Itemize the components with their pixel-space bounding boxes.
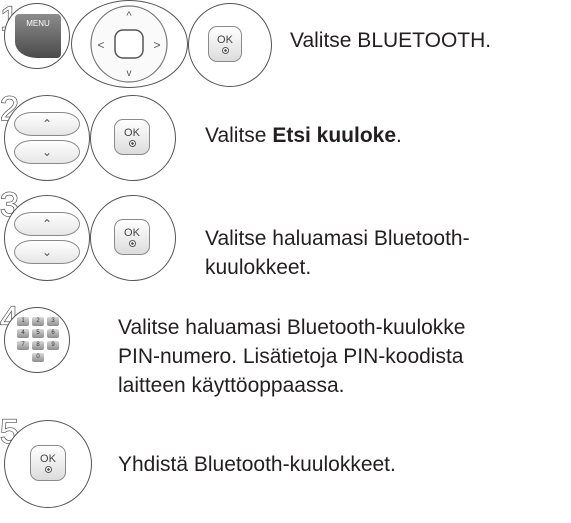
ok-button[interactable]: OK — [114, 119, 150, 155]
step-text-line-3: laitteen käyttöoppaassa. — [118, 374, 345, 397]
step-text-line-2: PIN-numero. Lisätietoja PIN-koodista — [118, 345, 464, 368]
ok-dot-icon — [44, 466, 52, 473]
key-2: 2 — [32, 317, 44, 326]
ok-label: OK — [217, 34, 233, 46]
nav-left-arrow: < — [97, 38, 104, 52]
step-2: 2 ⌃ ⌄ OK Valitse Etsi kuuloke. — [0, 91, 571, 188]
step-text: Valitse Etsi kuuloke. — [205, 122, 402, 149]
ok-dot-icon — [221, 47, 229, 54]
step-text: Valitse BLUETOOTH. — [290, 29, 492, 52]
step-text-line-2: kuulokkeet. — [205, 256, 312, 279]
ok-button-circle: OK — [90, 95, 176, 181]
key-7: 7 — [17, 341, 29, 350]
key-6: 6 — [47, 329, 59, 338]
ok-label: OK — [124, 227, 140, 239]
down-button[interactable]: ⌄ — [14, 240, 80, 264]
nav-pad-circle: ^ v < > — [71, 0, 188, 88]
ok-button-circle: OK — [90, 195, 176, 281]
step-text: Yhdistä Bluetooth-kuulokkeet. — [118, 453, 396, 476]
up-button[interactable]: ⌃ — [14, 212, 80, 236]
ok-dot-icon — [128, 240, 136, 247]
updown-circle: ⌃ ⌄ — [4, 195, 90, 281]
nav-pad-icon[interactable]: ^ v < > — [71, 0, 188, 88]
key-5: 5 — [32, 329, 44, 338]
nav-right-arrow: > — [153, 38, 160, 52]
ok-label: OK — [40, 453, 56, 465]
key-9: 9 — [47, 341, 59, 350]
step-text-line-1: Valitse haluamasi Bluetooth- — [205, 227, 470, 250]
ok-dot-icon — [128, 140, 136, 147]
ok-button[interactable]: OK — [208, 26, 242, 62]
ok-button-circle: OK — [188, 3, 272, 87]
nav-up-arrow: ^ — [126, 10, 132, 22]
step-text-bold: Etsi kuuloke — [272, 124, 397, 147]
key-1: 1 — [17, 317, 29, 326]
key-3: 3 — [47, 317, 59, 326]
nav-down-arrow: v — [127, 68, 132, 79]
keypad-circle: 1 2 3 4 5 6 7 8 9 0 — [4, 307, 70, 373]
step-3: 3 ⌃ ⌄ OK Valitse haluamasi Bluetooth- ku… — [0, 187, 571, 298]
ok-label: OK — [124, 127, 140, 139]
step-text-suffix: . — [396, 124, 402, 147]
ok-button[interactable]: OK — [114, 219, 150, 255]
menu-button[interactable]: MENU — [15, 14, 61, 58]
updown-circle: ⌃ ⌄ — [4, 95, 90, 181]
key-8: 8 — [32, 341, 44, 350]
key-0: 0 — [32, 353, 44, 362]
key-4: 4 — [17, 329, 29, 338]
ok-button[interactable]: OK — [30, 445, 66, 481]
up-button[interactable]: ⌃ — [14, 112, 80, 136]
menu-button-circle: MENU — [4, 3, 70, 69]
down-button[interactable]: ⌄ — [14, 140, 80, 164]
step-5: 5 OK Yhdistä Bluetooth-kuulokkeet. — [0, 414, 571, 523]
ok-button-circle: OK — [4, 420, 92, 508]
step-text-line-1: Valitse haluamasi Bluetooth-kuulokke — [118, 316, 466, 339]
step-4: 4 1 2 3 4 5 6 7 8 9 0 Valitse haluamasi … — [0, 301, 571, 412]
step-1: 1 MENU ^ v < > OK Valitse BLUETOOTH. — [0, 0, 571, 100]
number-keypad-icon[interactable]: 1 2 3 4 5 6 7 8 9 0 — [16, 317, 60, 367]
step-text-prefix: Valitse — [205, 124, 273, 147]
